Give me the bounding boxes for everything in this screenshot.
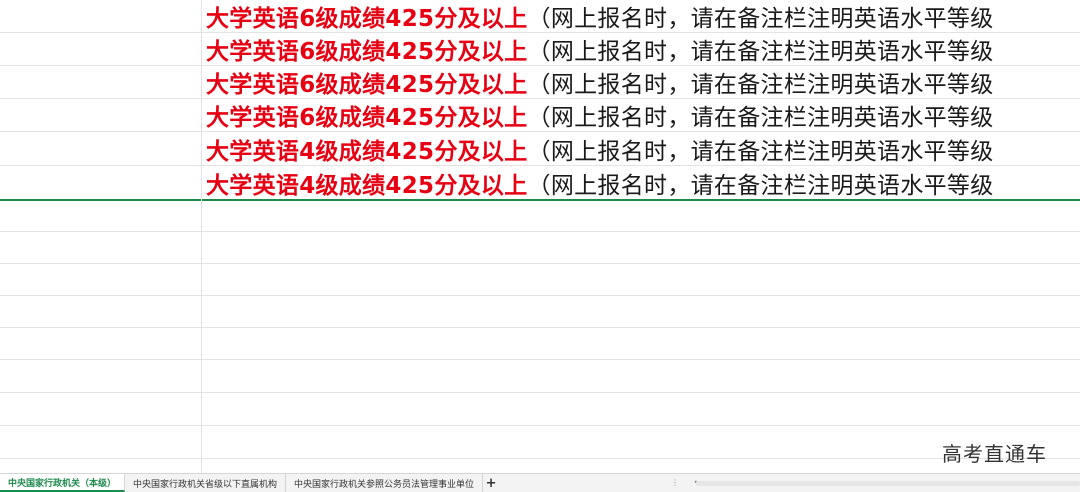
cell-red-text: 大学英语6级成绩425分及以上 xyxy=(206,105,528,131)
cell-red-text: 大学英语4级成绩425分及以上 xyxy=(206,172,528,199)
empty-row[interactable] xyxy=(0,201,1080,232)
cell-note-text: （网上报名时，请在备注栏注明英语水平等级 xyxy=(527,39,994,65)
cell-note-text: （网上报名时，请在备注栏注明英语水平等级 xyxy=(527,72,994,98)
cell-red-text: 大学英语6级成绩425分及以上 xyxy=(206,6,528,32)
table-row[interactable]: 大学英语6级成绩425分及以上 （网上报名时，请在备注栏注明英语水平等级 xyxy=(0,99,1080,132)
empty-row[interactable] xyxy=(0,296,1080,328)
cell[interactable]: 大学英语6级成绩425分及以上 （网上报名时，请在备注栏注明英语水平等级 xyxy=(206,0,994,32)
sheet-tab-public-institutions[interactable]: 中央国家行政机关参照公务员法管理事业单位 xyxy=(286,474,484,492)
empty-row[interactable] xyxy=(0,264,1080,296)
empty-row[interactable] xyxy=(0,232,1080,264)
table-row[interactable]: 大学英语4级成绩425分及以上 （网上报名时，请在备注栏注明英语水平等级 xyxy=(0,132,1080,166)
empty-row[interactable] xyxy=(0,393,1080,426)
cell[interactable]: 大学英语6级成绩425分及以上 （网上报名时，请在备注栏注明英语水平等级 xyxy=(206,33,994,65)
cell-red-text: 大学英语4级成绩425分及以上 xyxy=(206,138,528,165)
sheet-tab-provincial-branches[interactable]: 中央国家行政机关省级以下直属机构 xyxy=(125,474,287,492)
cell-note-text: （网上报名时，请在备注栏注明英语水平等级 xyxy=(527,6,994,32)
table-row[interactable]: 大学英语6级成绩425分及以上 （网上报名时，请在备注栏注明英语水平等级 xyxy=(0,33,1080,66)
empty-row[interactable] xyxy=(0,426,1080,459)
empty-row[interactable] xyxy=(0,360,1080,393)
horizontal-scrollbar[interactable] xyxy=(696,481,1080,486)
cell-note-text: （网上报名时，请在备注栏注明英语水平等级 xyxy=(527,172,994,199)
cell-red-text: 大学英语6级成绩425分及以上 xyxy=(206,72,528,98)
cell[interactable]: 大学英语6级成绩425分及以上 （网上报名时，请在备注栏注明英语水平等级 xyxy=(206,99,994,131)
empty-row[interactable] xyxy=(0,328,1080,360)
watermark-text: 高考直通车 xyxy=(942,442,1047,466)
cell[interactable]: 大学英语4级成绩425分及以上 （网上报名时，请在备注栏注明英语水平等级 xyxy=(206,132,994,165)
cell-red-text: 大学英语6级成绩425分及以上 xyxy=(206,39,528,65)
sheet-tab-bar: 中央国家行政机关（本级） 中央国家行政机关省级以下直属机构 中央国家行政机关参照… xyxy=(0,473,1080,492)
add-sheet-button[interactable]: + xyxy=(483,474,499,492)
table-row[interactable]: 大学英语6级成绩425分及以上 （网上报名时，请在备注栏注明英语水平等级 xyxy=(0,66,1080,99)
cell[interactable]: 大学英语4级成绩425分及以上 （网上报名时，请在备注栏注明英语水平等级 xyxy=(206,166,994,199)
cell[interactable]: 大学英语6级成绩425分及以上 （网上报名时，请在备注栏注明英语水平等级 xyxy=(206,66,994,98)
table-row[interactable]: 大学英语6级成绩425分及以上 （网上报名时，请在备注栏注明英语水平等级 xyxy=(0,0,1080,33)
table-row[interactable]: 大学英语4级成绩425分及以上 （网上报名时，请在备注栏注明英语水平等级 xyxy=(0,166,1080,199)
cell-note-text: （网上报名时，请在备注栏注明英语水平等级 xyxy=(527,105,994,131)
column-divider xyxy=(201,0,202,473)
cell-note-text: （网上报名时，请在备注栏注明英语水平等级 xyxy=(527,138,994,165)
spreadsheet-grid[interactable]: 大学英语6级成绩425分及以上 （网上报名时，请在备注栏注明英语水平等级 大学英语… xyxy=(0,0,1080,473)
sheet-tab-central-agencies[interactable]: 中央国家行政机关（本级） xyxy=(0,474,126,492)
